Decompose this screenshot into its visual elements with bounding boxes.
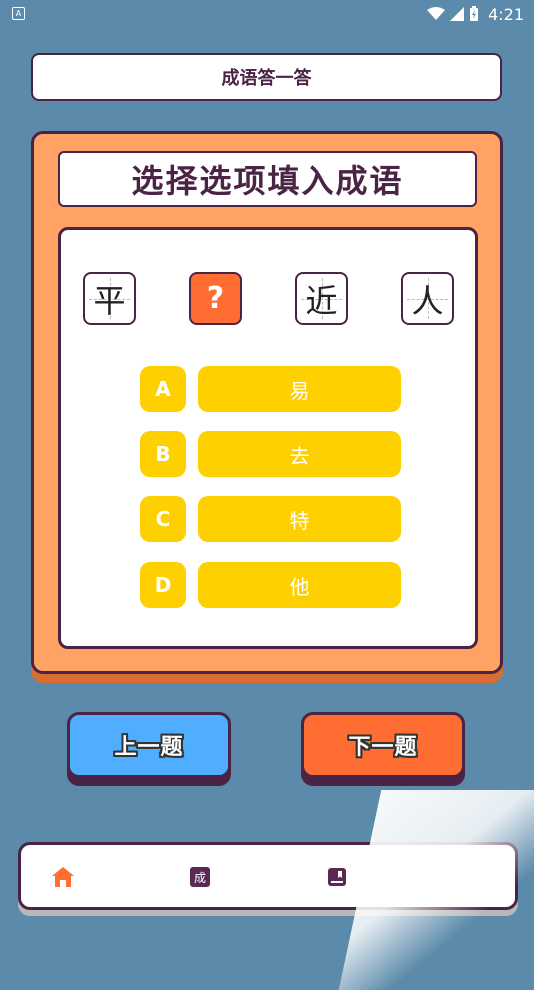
page-title-text: 成语答一答 [221, 68, 312, 89]
prev-question-button[interactable]: 上一题 [67, 712, 231, 778]
status-icons: 4:21 [427, 3, 524, 25]
option-b-button[interactable]: 去 [198, 431, 401, 477]
idiom-icon-label: 成 [193, 870, 206, 885]
clock: 4:21 [488, 4, 524, 24]
nav-home[interactable] [51, 865, 75, 889]
idiom-char-tile-4: 人 [401, 272, 454, 325]
card-title-text: 选择选项填入成语 [131, 162, 404, 200]
idiom-char-tile-3: 近 [295, 272, 348, 325]
option-a-letter[interactable]: A [140, 366, 186, 412]
battery-icon [470, 6, 479, 21]
home-icon [52, 867, 74, 887]
next-question-button[interactable]: 下一题 [301, 712, 465, 778]
idiom-icon: 成 [190, 867, 210, 887]
question-mark: ? [206, 281, 225, 316]
status-bar: A 4:21 [0, 0, 534, 28]
nav-book[interactable] [325, 865, 349, 889]
page-title: 成语答一答 [31, 53, 502, 101]
nav-idiom[interactable]: 成 [188, 865, 212, 889]
option-c-letter[interactable]: C [140, 496, 186, 542]
idiom-char: 人 [411, 281, 444, 320]
option-b-letter[interactable]: B [140, 431, 186, 477]
book-icon [328, 868, 346, 886]
quiz-card: 选择选项填入成语 平 ? 近 人 A 易 B 去 C 特 D 他 [31, 131, 503, 674]
signal-icon [450, 7, 465, 21]
option-d-button[interactable]: 他 [198, 562, 401, 608]
option-d-letter[interactable]: D [140, 562, 186, 608]
idiom-char: 近 [305, 281, 338, 320]
blank-char-tile: ? [189, 272, 242, 325]
wifi-icon [427, 7, 446, 20]
option-c-button[interactable]: 特 [198, 496, 401, 542]
app-notification-icon: A [12, 7, 25, 20]
option-a-button[interactable]: 易 [198, 366, 401, 412]
idiom-char: 平 [93, 281, 126, 320]
question-panel: 平 ? 近 人 A 易 B 去 C 特 D 他 [58, 227, 478, 649]
bottom-nav: 成 [18, 842, 518, 910]
card-title: 选择选项填入成语 [58, 151, 477, 207]
idiom-char-tile-1: 平 [83, 272, 136, 325]
